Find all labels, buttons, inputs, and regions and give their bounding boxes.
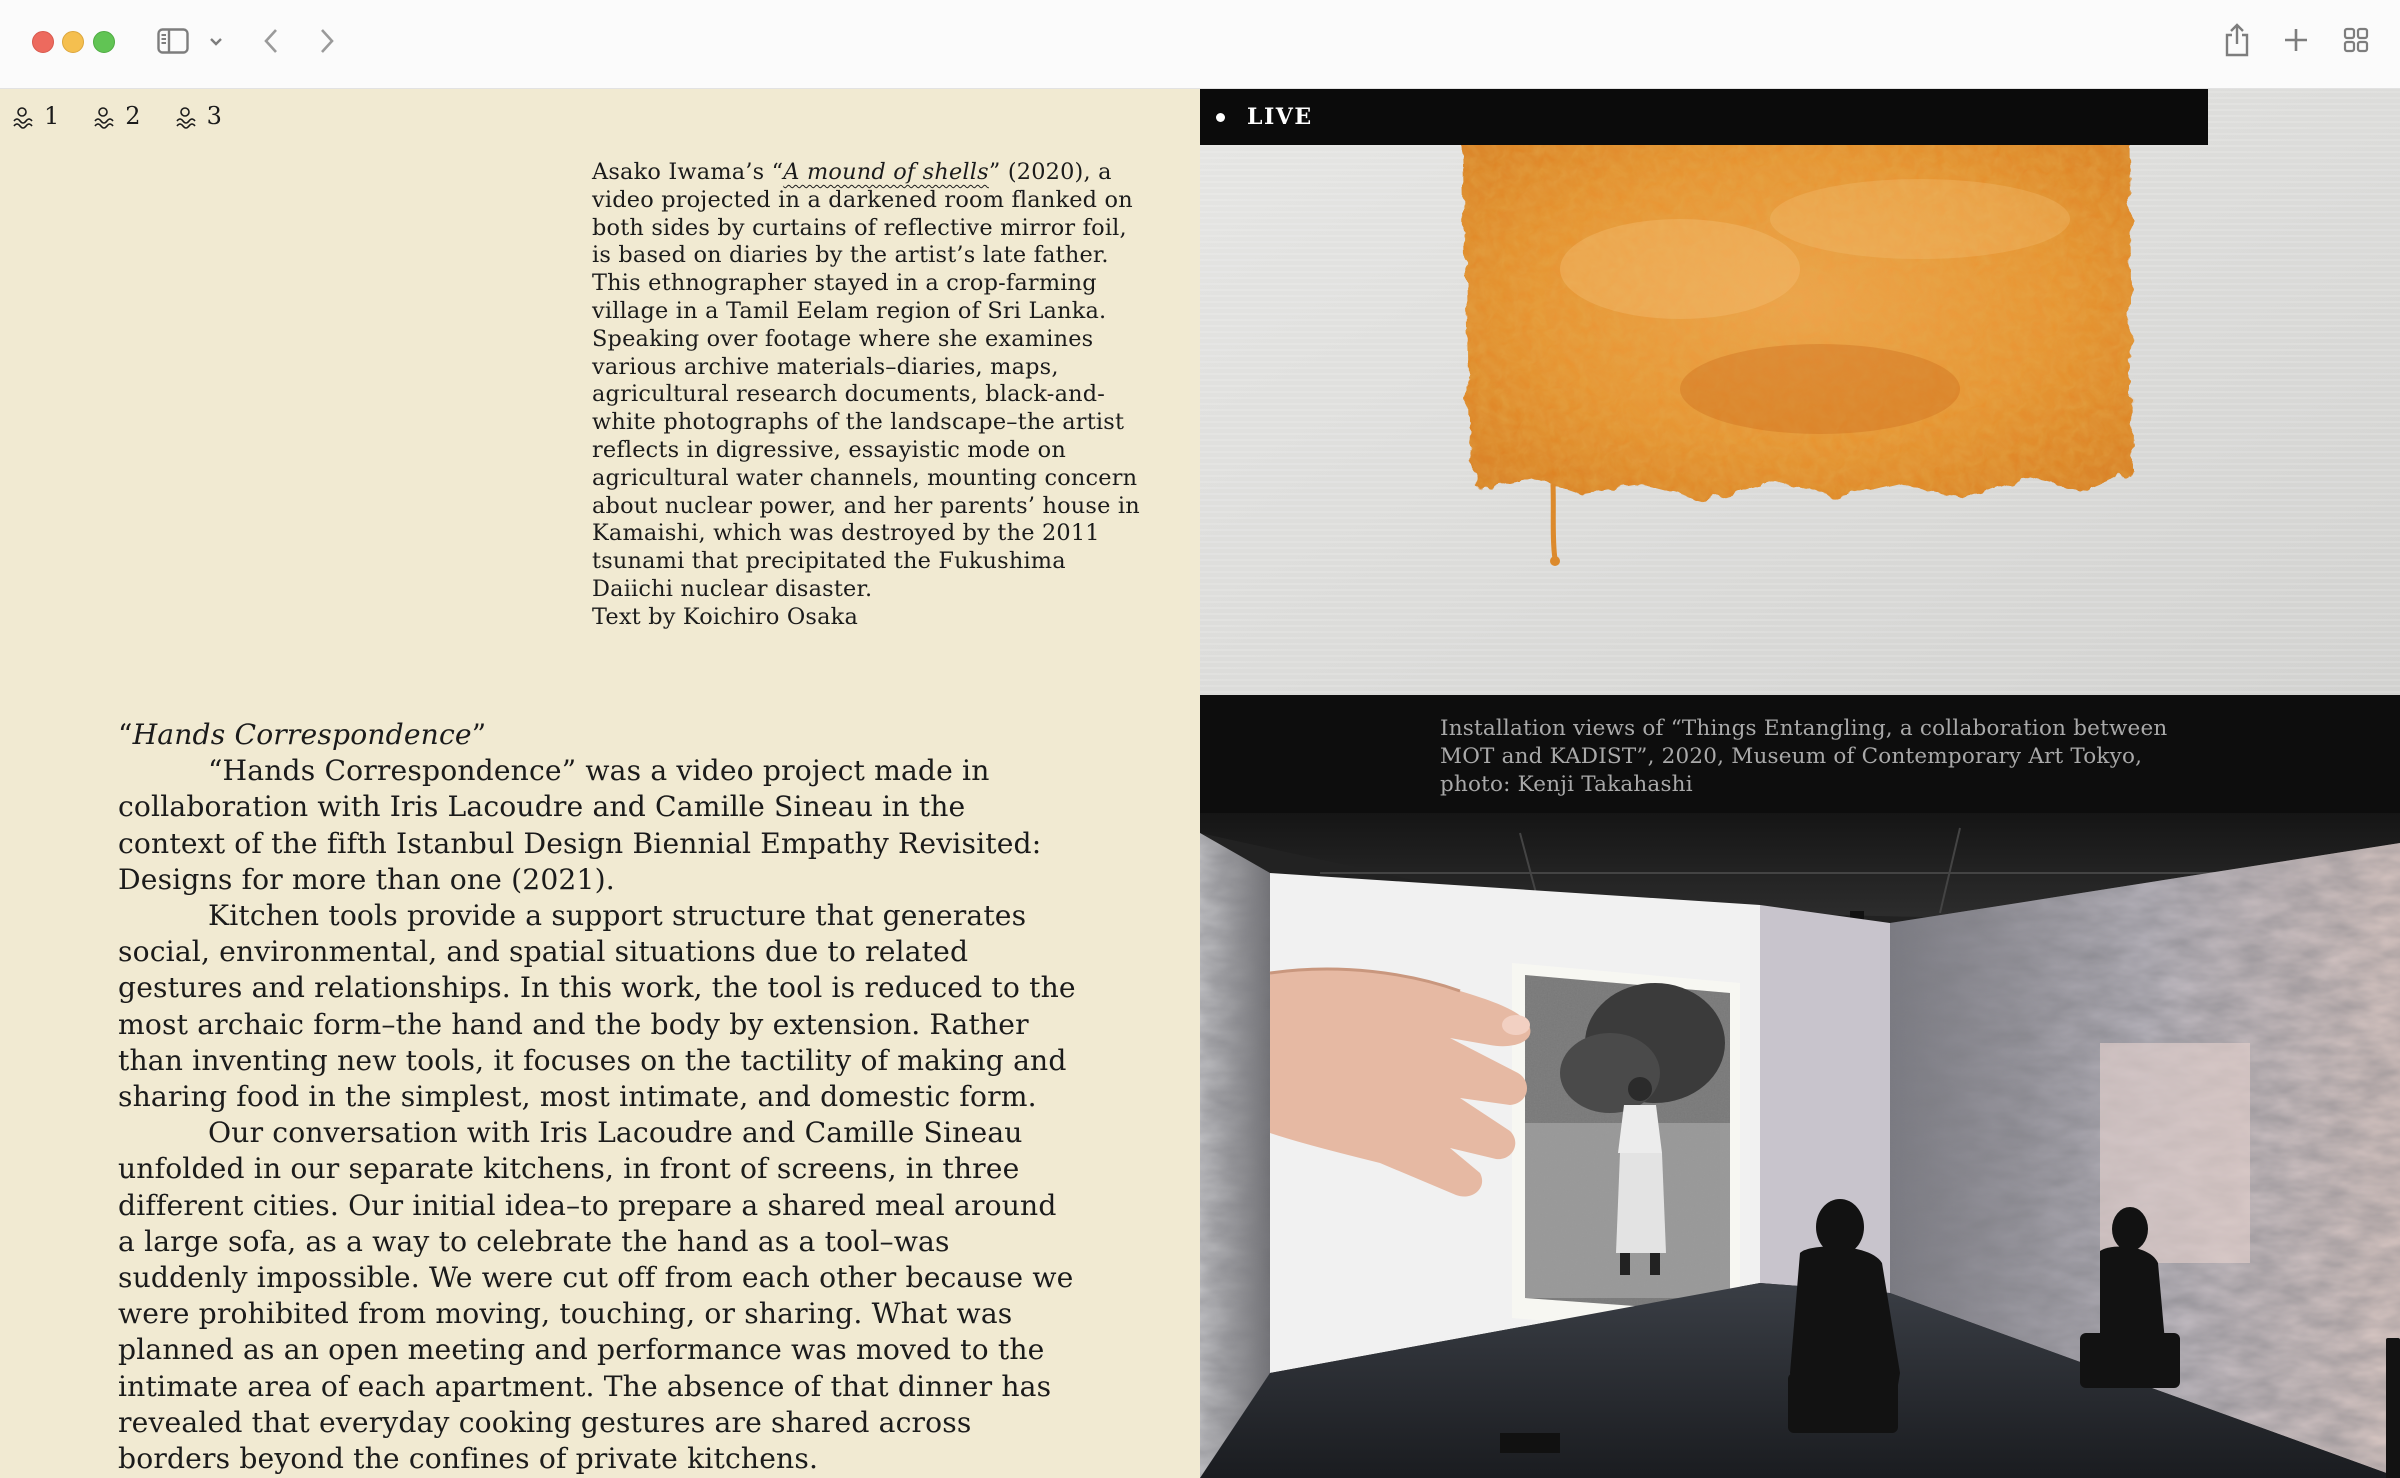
footnote-link-1[interactable]: 1 xyxy=(12,103,59,129)
live-dot-icon xyxy=(1216,112,1225,122)
wave-icon xyxy=(94,107,114,129)
zoom-window-button[interactable] xyxy=(93,31,115,53)
essay-paragraph: Our conversation with Iris Lacoudre and … xyxy=(118,1116,1074,1476)
image-pane: LIVE Installation views of “Things Entan… xyxy=(1200,89,2400,1478)
installation-view-image xyxy=(1200,813,2400,1478)
footnote-links: 1 2 3 xyxy=(12,103,222,129)
close-window-button[interactable] xyxy=(32,31,54,53)
artwork-title-link[interactable]: A mound of shells xyxy=(783,159,989,185)
wave-icon xyxy=(13,107,33,129)
footnote-number: 3 xyxy=(206,102,222,130)
footnote-number: 1 xyxy=(44,102,60,130)
amber-artwork-image xyxy=(1200,89,2400,695)
essay-title: “Hands Correspondence” xyxy=(118,717,1078,753)
text-pane: 1 2 3 Asako Iwama’s “A mound of shells” … xyxy=(0,89,1200,1478)
caption-paragraph: Asako Iwama’s “A mound of shells” (2020)… xyxy=(592,159,1152,604)
image-caption-bar: Installation views of “Things Entangling… xyxy=(1200,695,2400,813)
footnote-number: 2 xyxy=(125,102,141,130)
share-icon[interactable] xyxy=(2220,20,2254,60)
artwork-caption: Asako Iwama’s “A mound of shells” (2020)… xyxy=(592,159,1152,632)
caption-text-start: Asako Iwama’s “ xyxy=(592,159,784,185)
essay: “Hands Correspondence” “Hands Correspond… xyxy=(118,717,1078,1477)
wave-icon xyxy=(175,107,196,129)
minimize-window-button[interactable] xyxy=(62,31,84,53)
essay-title-text: Hands Correspondence xyxy=(132,718,472,751)
caption-text-body: ” (2020), a video projected in a darkene… xyxy=(592,159,1140,602)
installation-caption: Installation views of “Things Entangling… xyxy=(1440,716,2168,797)
plus-icon[interactable] xyxy=(2280,24,2312,56)
title-open-quote: “ xyxy=(118,718,133,751)
essay-paragraph: “Hands Correspondence” was a video proje… xyxy=(118,754,1042,896)
forward-icon[interactable] xyxy=(312,24,342,58)
footnote-link-2[interactable]: 2 xyxy=(93,102,141,130)
chevron-down-icon[interactable] xyxy=(206,32,226,52)
caption-credit: Text by Koichiro Osaka xyxy=(592,603,858,630)
title-close-quote: ” xyxy=(471,718,487,751)
back-icon[interactable] xyxy=(256,24,286,58)
essay-paragraph: Kitchen tools provide a support structur… xyxy=(118,899,1076,1114)
scrollbar-thumb[interactable] xyxy=(2386,1338,2400,1478)
tab-grid-icon[interactable] xyxy=(2340,24,2372,56)
browser-toolbar xyxy=(0,0,2400,89)
sidebar-icon[interactable] xyxy=(156,26,190,56)
footnote-link-3[interactable]: 3 xyxy=(175,103,222,129)
live-label: LIVE xyxy=(1247,104,1313,130)
live-bar[interactable]: LIVE xyxy=(1200,89,2208,145)
